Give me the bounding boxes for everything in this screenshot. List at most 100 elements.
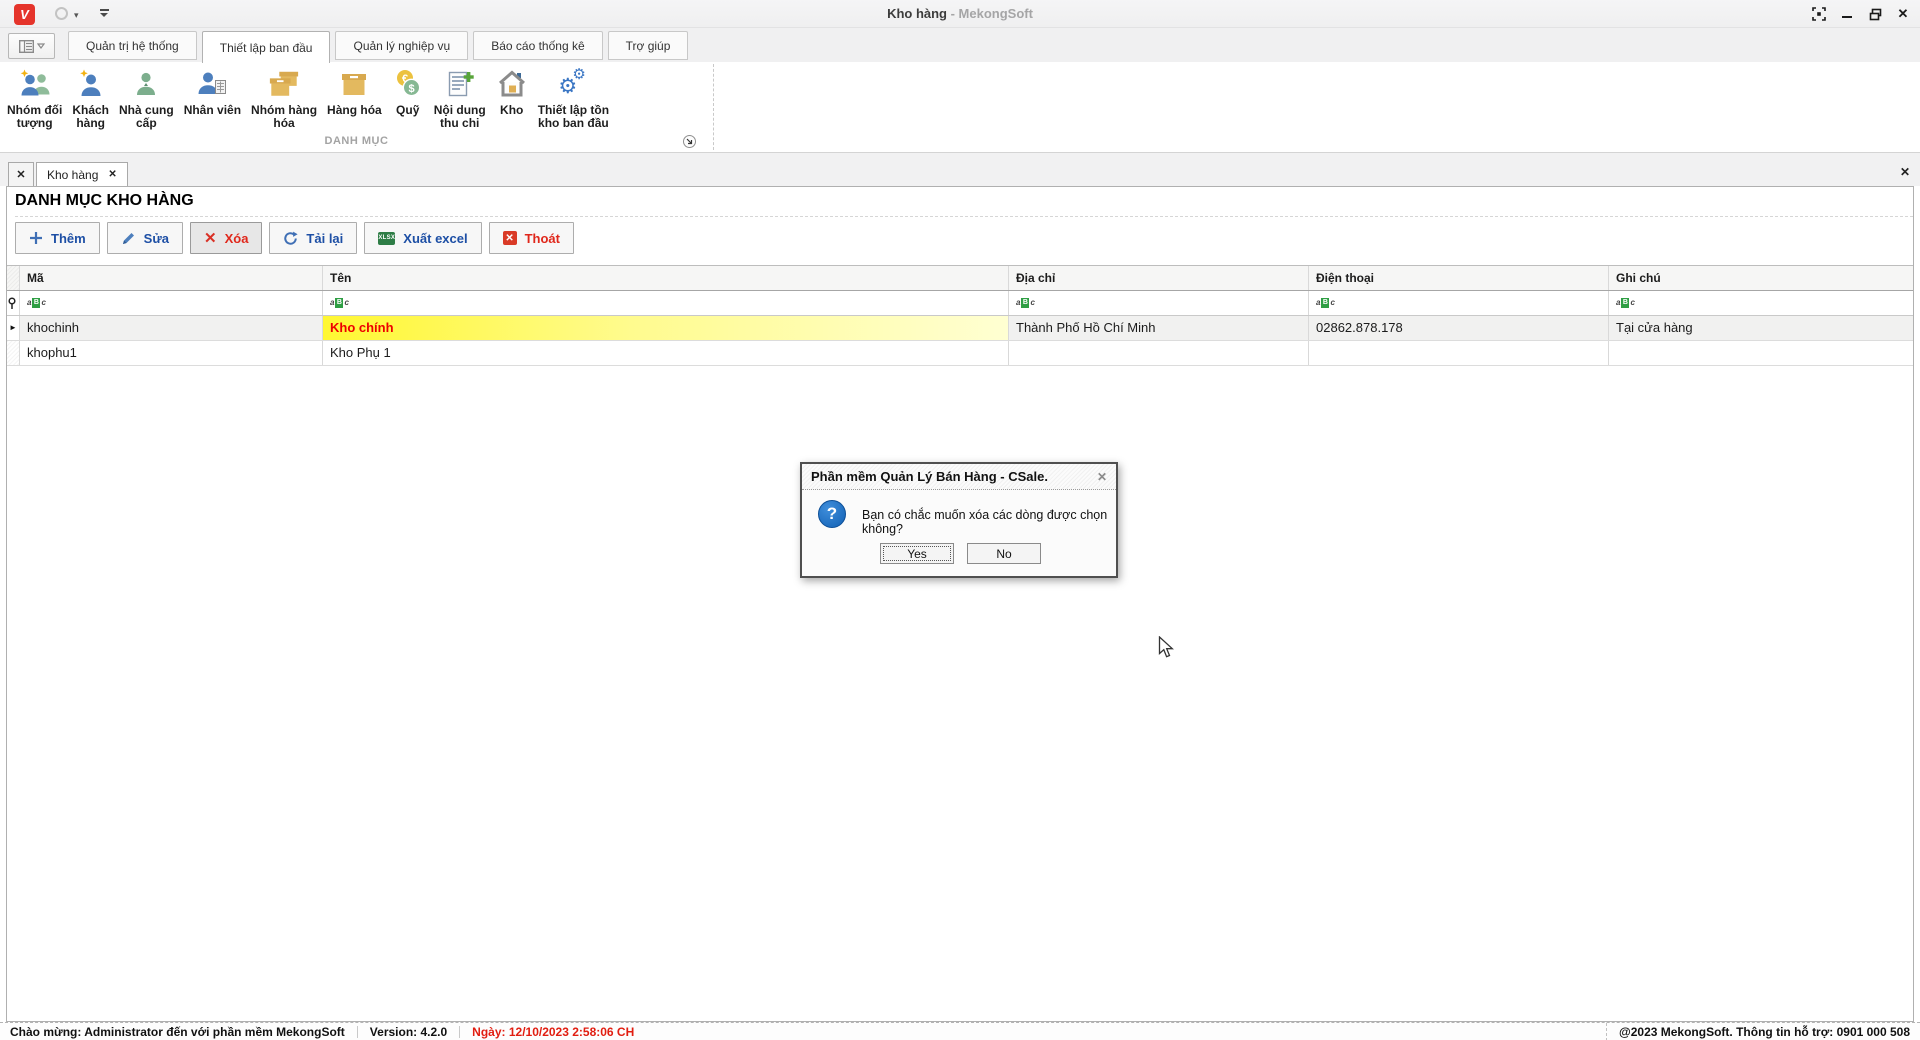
- ribbon-item-kho[interactable]: Kho: [491, 64, 533, 117]
- pencil-icon: [121, 231, 136, 246]
- content-panel: DANH MỤC KHO HÀNG Thêm Sửa ✕ Xóa Tải lại…: [6, 186, 1914, 1022]
- cell-dia-chi[interactable]: Thành Phố Hồ Chí Minh: [1009, 316, 1309, 340]
- status-bar: Chào mừng: Administrator đến với phần mề…: [0, 1022, 1920, 1040]
- ribbon-item-quy[interactable]: € $ Quỹ: [387, 64, 429, 117]
- page-title: DANH MỤC KHO HÀNG: [15, 192, 1913, 210]
- toolbar: Thêm Sửa ✕ Xóa Tải lại XLSX Xuất excel ✕…: [15, 216, 1913, 260]
- abc-filter-icon: aBc: [1316, 291, 1335, 315]
- question-icon: ?: [818, 500, 846, 528]
- cell-ten-highlighted[interactable]: Kho chính: [323, 316, 1009, 340]
- group-dialog-launcher-icon[interactable]: [683, 135, 696, 148]
- exit-icon: ✕: [503, 231, 517, 245]
- yes-button[interactable]: Yes: [880, 543, 954, 564]
- abc-filter-icon: aBc: [330, 291, 349, 315]
- filter-ten-input[interactable]: aBc: [323, 291, 1009, 315]
- ribbon-item-thiet-lap-ton-kho[interactable]: ⚙ ⚙ Thiết lập tồn kho ban đầu: [533, 64, 614, 130]
- ribbon-item-nhan-vien[interactable]: Nhân viên: [179, 64, 246, 117]
- header-ma[interactable]: Mã: [20, 266, 323, 290]
- product-group-icon: [268, 68, 300, 100]
- filter-ghi-chu-input[interactable]: aBc: [1609, 291, 1913, 315]
- close-button[interactable]: ✕: [1892, 3, 1914, 25]
- application-menu-button[interactable]: [8, 33, 55, 59]
- table-row-khophu1[interactable]: khophu1 Kho Phụ 1: [7, 341, 1913, 366]
- ribbon-item-khach-hang[interactable]: Khách hàng: [67, 64, 114, 130]
- application-menu-icon: [19, 40, 34, 53]
- minimize-button[interactable]: [1836, 3, 1858, 25]
- cell-dia-chi[interactable]: [1009, 341, 1309, 365]
- red-x-icon: ✕: [204, 231, 217, 246]
- cell-ma[interactable]: khochinh: [20, 316, 323, 340]
- filter-dia-chi-input[interactable]: aBc: [1009, 291, 1309, 315]
- ribbon-item-hang-hoa[interactable]: Hàng hóa: [322, 64, 387, 117]
- restore-icon: [1869, 8, 1882, 21]
- ribbon-group-label: DANH MỤC: [0, 135, 713, 147]
- cell-ten[interactable]: Kho Phụ 1: [323, 341, 1009, 365]
- ribbon-item-noi-dung-thu-chi[interactable]: Nội dung thu chi: [429, 64, 491, 130]
- filter-ma-input[interactable]: aBc: [20, 291, 323, 315]
- restore-button[interactable]: [1864, 3, 1886, 25]
- ribbon-item-nhom-doi-tuong[interactable]: Nhóm đối tượng: [2, 64, 67, 130]
- document-plus-icon: [445, 68, 475, 100]
- header-selector-cell: [7, 266, 20, 290]
- row-selector-cell[interactable]: [7, 341, 20, 365]
- table-header-row: Mã Tên Địa chỉ Điện thoại Ghi chú: [7, 266, 1913, 291]
- status-date: Ngày: 12/10/2023 2:58:06 CH: [472, 1025, 634, 1039]
- ribbon-tabs: Quản trị hệ thống Thiết lập ban đầu Quản…: [68, 31, 688, 62]
- fit-screen-icon: [1812, 7, 1826, 21]
- confirm-delete-dialog: Phần mềm Quản Lý Bán Hàng - CSale. ✕ ? B…: [800, 462, 1118, 578]
- dialog-title: Phần mềm Quản Lý Bán Hàng - CSale.: [811, 469, 1048, 484]
- ribbon-item-nha-cung-cap[interactable]: Nhà cung cấp: [114, 64, 179, 130]
- close-all-tabs-button[interactable]: ✕: [8, 162, 34, 186]
- header-dia-chi[interactable]: Địa chỉ: [1009, 266, 1309, 290]
- ribbon-tab-quan-tri-he-thong[interactable]: Quản trị hệ thống: [68, 31, 197, 60]
- xlsx-icon: XLSX: [378, 232, 395, 245]
- filter-dien-thoai-input[interactable]: aBc: [1309, 291, 1609, 315]
- ribbon-tab-tro-giup[interactable]: Trợ giúp: [608, 31, 689, 60]
- fund-coins-icon: € $: [393, 68, 423, 100]
- strip-close-button[interactable]: ✕: [1900, 165, 1910, 179]
- window-controls: ✕: [1808, 0, 1914, 28]
- add-button[interactable]: Thêm: [15, 222, 100, 254]
- gears-icon: ⚙ ⚙: [557, 68, 589, 100]
- table-row-khochinh[interactable]: ► khochinh Kho chính Thành Phố Hồ Chí Mi…: [7, 316, 1913, 341]
- status-copyright: @2023 MekongSoft. Thông tin hỗ trợ: 0901…: [1606, 1023, 1910, 1040]
- ribbon-tab-thiet-lap-ban-dau[interactable]: Thiết lập ban đầu: [202, 31, 331, 63]
- status-left: Chào mừng: Administrator đến với phần mề…: [10, 1023, 634, 1040]
- dialog-message: Bạn có chắc muốn xóa các dòng được chọn …: [862, 508, 1116, 536]
- header-ghi-chu[interactable]: Ghi chú: [1609, 266, 1913, 290]
- document-tab-kho-hang[interactable]: Kho hàng ✕: [36, 162, 128, 186]
- status-separator: [357, 1026, 358, 1038]
- status-welcome: Chào mừng: Administrator đến với phần mề…: [10, 1025, 345, 1039]
- application-window: V ▾ Kho hàng - MekongSoft ✕ Quản trị hệ: [0, 0, 1920, 1040]
- cell-ghi-chu[interactable]: Tại cửa hàng: [1609, 316, 1913, 340]
- employee-icon: [196, 68, 228, 100]
- minimize-icon: [1841, 8, 1853, 20]
- warehouse-icon: [497, 69, 527, 99]
- cell-dien-thoai[interactable]: [1309, 341, 1609, 365]
- cell-ghi-chu[interactable]: [1609, 341, 1913, 365]
- ribbon-tab-bao-cao-thong-ke[interactable]: Báo cáo thống kê: [473, 31, 602, 60]
- object-group-icon: [19, 68, 51, 100]
- fit-screen-button[interactable]: [1808, 3, 1830, 25]
- abc-filter-icon: aBc: [1616, 291, 1635, 315]
- header-ten[interactable]: Tên: [323, 266, 1009, 290]
- mouse-cursor: [1158, 636, 1178, 664]
- tab-close-icon[interactable]: ✕: [108, 169, 116, 180]
- export-excel-button[interactable]: XLSX Xuất excel: [364, 222, 481, 254]
- filter-pin-icon: [7, 291, 20, 315]
- header-dien-thoai[interactable]: Điện thoại: [1309, 266, 1609, 290]
- cell-dien-thoai[interactable]: 02862.878.178: [1309, 316, 1609, 340]
- reload-button[interactable]: Tải lại: [269, 222, 357, 254]
- ribbon-item-nhom-hang-hoa[interactable]: Nhóm hàng hóa: [246, 64, 322, 130]
- document-tab-strip: ✕ Kho hàng ✕ ✕: [0, 153, 1920, 186]
- no-button[interactable]: No: [967, 543, 1041, 564]
- edit-button[interactable]: Sửa: [107, 222, 183, 254]
- ribbon-tab-row: Quản trị hệ thống Thiết lập ban đầu Quản…: [0, 28, 1920, 62]
- delete-button[interactable]: ✕ Xóa: [190, 222, 262, 254]
- dialog-close-icon[interactable]: ✕: [1097, 470, 1107, 484]
- cell-ma[interactable]: khophu1: [20, 341, 323, 365]
- exit-button[interactable]: ✕ Thoát: [489, 222, 574, 254]
- ribbon-tab-quan-ly-nghiep-vu[interactable]: Quản lý nghiệp vụ: [335, 31, 468, 60]
- product-icon: [339, 69, 369, 99]
- abc-filter-icon: aBc: [27, 291, 46, 315]
